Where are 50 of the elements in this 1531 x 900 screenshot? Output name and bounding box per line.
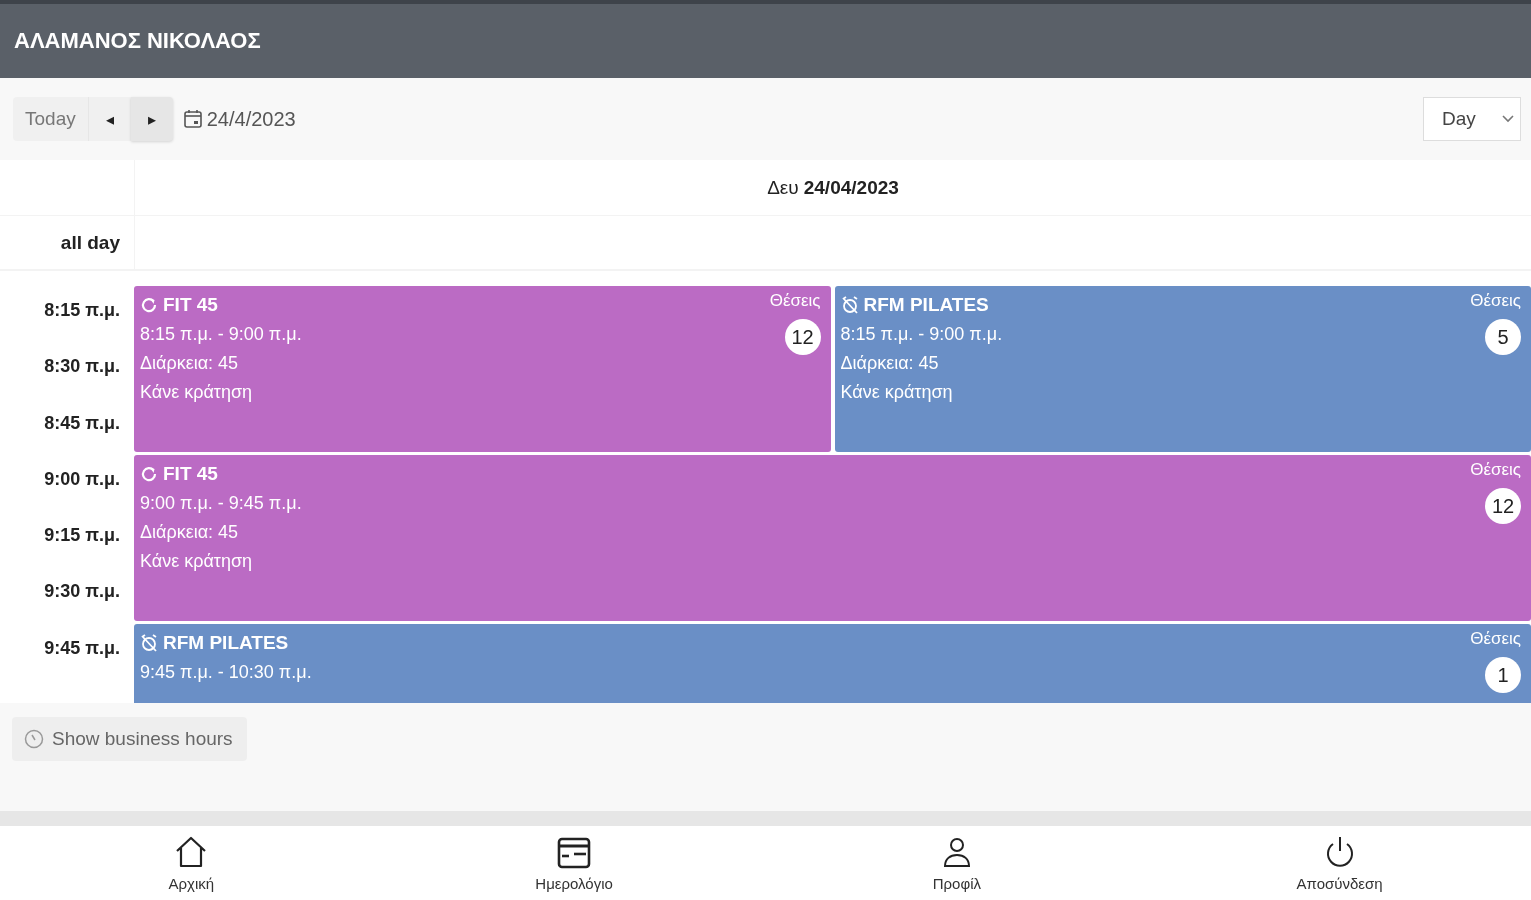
calendar-icon[interactable] xyxy=(182,109,203,129)
seats-count-badge: 12 xyxy=(784,319,821,355)
event-duration: Διάρκεια: 45 xyxy=(840,353,940,374)
time-label: 9:00 π.μ. xyxy=(44,468,120,491)
class-event[interactable]: RFM PILATES 8:15 π.μ. - 9:00 π.μ. Διάρκεια: 45 Κάνε κράτηση Θέσεις 5 xyxy=(834,286,1531,452)
alarm-clock-off-icon xyxy=(140,634,158,652)
seats-label: Θέσεις xyxy=(1470,291,1521,311)
all-day-label: all day xyxy=(60,231,120,254)
event-time: 8:15 π.μ. - 9:00 π.μ. xyxy=(140,324,302,345)
view-select[interactable]: Day xyxy=(1423,97,1521,141)
next-button[interactable]: ▸ xyxy=(130,97,173,141)
seats-label: Θέσεις xyxy=(1470,460,1521,480)
event-duration: Διάρκεια: 45 xyxy=(140,522,240,543)
time-label: 9:45 π.μ. xyxy=(44,637,120,660)
event-title: RFM PILATES xyxy=(163,632,289,654)
nav-item[interactable]: Ημερολόγιο xyxy=(382,826,766,900)
day-column-header: Δευ 24/04/2023 xyxy=(134,160,1531,215)
event-time: 8:15 π.μ. - 9:00 π.μ. xyxy=(840,324,1003,345)
today-button[interactable]: Today xyxy=(13,97,89,141)
event-title: RFM PILATES xyxy=(863,294,989,316)
time-label: 9:30 π.μ. xyxy=(44,581,120,604)
time-label: 8:15 π.μ. xyxy=(44,300,120,322)
event-title: FIT 45 xyxy=(163,463,218,485)
refresh-icon xyxy=(140,296,158,314)
alarm-clock-off-icon xyxy=(840,296,859,314)
show-business-hours-button[interactable]: Show business hours xyxy=(12,717,247,761)
chevron-down-icon xyxy=(1502,115,1514,123)
clock-icon xyxy=(24,729,44,749)
seats-count-badge: 5 xyxy=(1485,319,1521,355)
current-date: 24/4/2023 xyxy=(206,107,296,131)
time-label: 9:15 π.μ. xyxy=(44,525,120,548)
nav-item[interactable]: Αποσύνδεση xyxy=(1148,826,1531,900)
refresh-icon xyxy=(140,465,158,483)
time-label: 8:45 π.μ. xyxy=(44,412,120,435)
event-time: 9:00 π.μ. - 9:45 π.μ. xyxy=(140,493,302,514)
seats-label: Θέσεις xyxy=(769,291,821,311)
seats-label: Θέσεις xyxy=(1470,629,1521,649)
class-event[interactable]: FIT 45 8:15 π.μ. - 9:00 π.μ. Διάρκεια: 45 Κάνε κράτηση Θέσεις 12 xyxy=(134,286,831,452)
seats-count-badge: 1 xyxy=(1485,657,1521,693)
nav-item[interactable]: Προφίλ xyxy=(765,826,1149,900)
previous-button[interactable]: ◂ xyxy=(88,97,131,141)
class-event[interactable]: RFM PILATES 9:45 π.μ. - 10:30 π.μ. Θέσεις 1 xyxy=(134,624,1531,703)
user-name: ΑΛΑΜΑΝΟΣ ΝΙΚΟΛΑΟΣ xyxy=(14,28,261,54)
time-label: 8:30 π.μ. xyxy=(44,356,120,379)
event-title: FIT 45 xyxy=(163,294,218,316)
seats-count-badge: 12 xyxy=(1485,488,1521,524)
nav-item[interactable]: Αρχική xyxy=(0,826,383,900)
class-event[interactable]: FIT 45 9:00 π.μ. - 9:45 π.μ. Διάρκεια: 45 Κάνε κράτηση Θέσεις 12 xyxy=(134,455,1531,621)
event-duration: Διάρκεια: 45 xyxy=(140,353,240,374)
event-time: 9:45 π.μ. - 10:30 π.μ. xyxy=(140,662,312,683)
